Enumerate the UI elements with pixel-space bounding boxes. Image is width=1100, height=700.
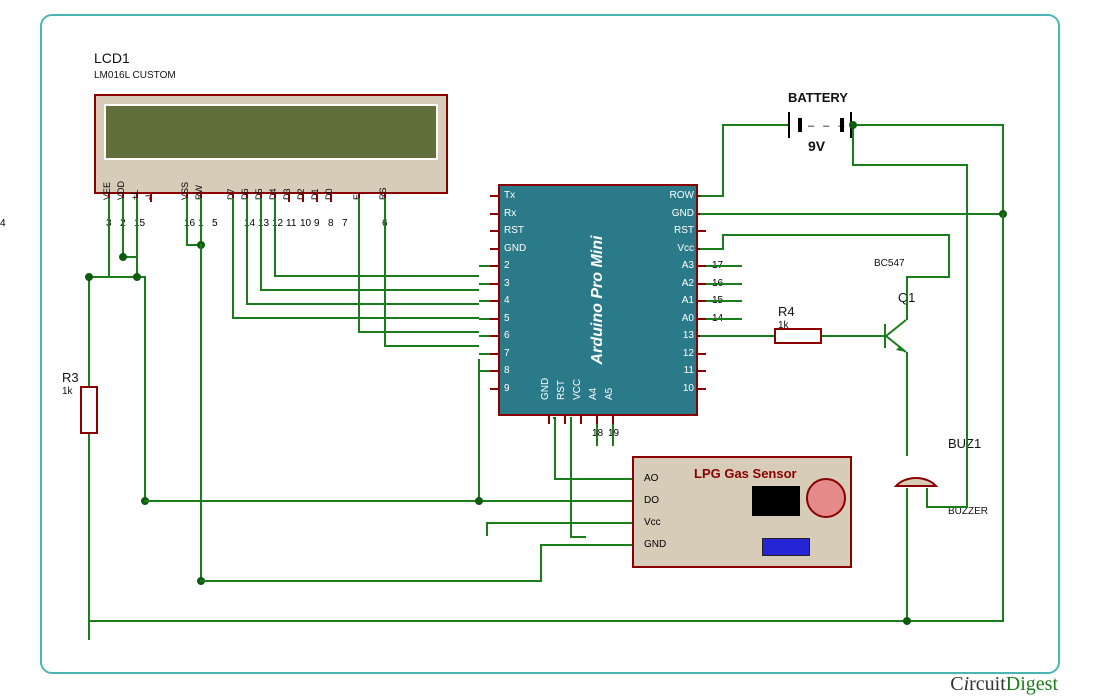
lcd-pin-vee: VEE — [102, 182, 112, 200]
watermark: CircuitDigest — [950, 673, 1058, 696]
r3-ref: R3 — [62, 370, 79, 385]
r3-value: 1k — [62, 386, 73, 397]
sensor-pot-icon — [762, 538, 810, 556]
arduino-label: Arduino Pro Mini — [589, 236, 607, 365]
sensor-title: LPG Gas Sensor — [694, 466, 797, 481]
arduino-pro-mini: Arduino Pro Mini — [498, 184, 698, 416]
lcd-pin-d4: D4 — [268, 188, 278, 200]
lcd-pin-d1: D1 — [310, 188, 320, 200]
lcd-pin-d7: D7 — [226, 188, 236, 200]
lcd-pin--l: -L — [144, 192, 154, 200]
lcd-pin-d6: D6 — [240, 188, 250, 200]
lcd-pin-+l: +L — [130, 190, 140, 200]
buzzer-icon — [886, 456, 946, 490]
lcd-pin-e: E — [352, 194, 362, 200]
q1-part: BC547 — [874, 258, 905, 269]
battery-value: 9V — [808, 138, 825, 154]
lcd-pin-d0: D0 — [324, 188, 334, 200]
sensor-chip-icon — [752, 486, 800, 516]
lcd-component — [94, 94, 448, 194]
lcd-pin-rs: RS — [378, 187, 388, 200]
lcd-part: LM016L CUSTOM — [94, 70, 176, 81]
buzzer-ref: BUZ1 — [948, 436, 981, 451]
battery-label: BATTERY — [788, 90, 848, 105]
lcd-pin-vss: VSS — [180, 182, 190, 200]
lpg-gas-sensor: LPG Gas Sensor — [632, 456, 852, 568]
lcd-pin-d3: D3 — [282, 188, 292, 200]
lcd-pin-rw: RW — [194, 185, 204, 200]
r4-ref: R4 — [778, 304, 795, 319]
sensor-head-icon — [806, 478, 846, 518]
lcd-pin-d2: D2 — [296, 188, 306, 200]
lcd-pin-vdd: VDD — [116, 181, 126, 200]
lcd-pin-d5: D5 — [254, 188, 264, 200]
lcd-ref: LCD1 — [94, 50, 130, 66]
lcd-screen — [104, 104, 438, 160]
